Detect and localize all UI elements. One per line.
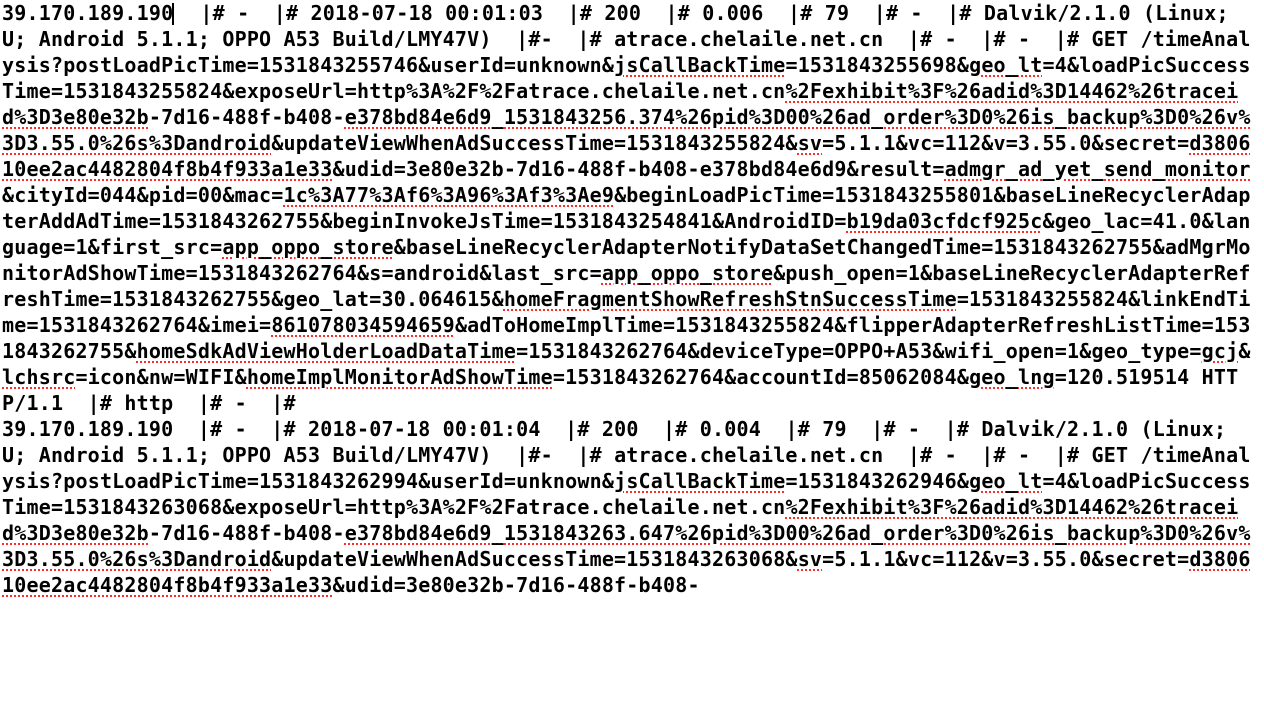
duration: 0.006 — [702, 1, 763, 25]
ip: 39.170.189.190 — [2, 417, 173, 441]
status: 200 — [602, 417, 639, 441]
host: atrace.chelaile.net.cn — [614, 443, 883, 467]
host: atrace.chelaile.net.cn — [614, 27, 883, 51]
log-entry-2: 39.170.189.190 |# - |# 2018-07-18 00:01:… — [2, 417, 1251, 597]
bytes: 79 — [825, 1, 849, 25]
text-cursor — [172, 3, 174, 25]
bytes: 79 — [822, 417, 846, 441]
ip: 39.170.189.190 — [2, 1, 173, 25]
log-output: 39.170.189.190 |# - |# 2018-07-18 00:01:… — [0, 0, 1264, 598]
timestamp: 2018-07-18 00:01:03 — [311, 1, 544, 25]
timestamp: 2018-07-18 00:01:04 — [308, 417, 541, 441]
status: 200 — [604, 1, 641, 25]
log-entry-1: 39.170.189.190 |# - |# 2018-07-18 00:01:… — [2, 1, 1251, 415]
duration: 0.004 — [700, 417, 761, 441]
